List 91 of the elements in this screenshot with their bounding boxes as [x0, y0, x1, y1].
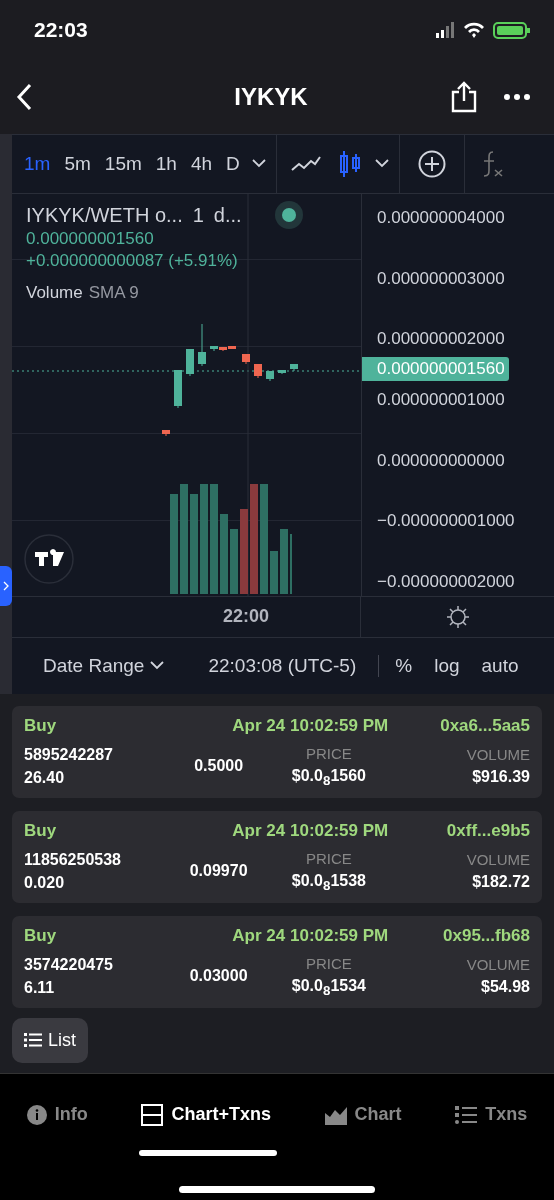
battery-icon	[493, 22, 530, 40]
plus-circle-icon	[417, 149, 446, 178]
candle	[254, 363, 262, 379]
bottom-tab[interactable]: Chart	[320, 1099, 406, 1130]
price-axis-label: 0.000000001000	[376, 388, 506, 411]
token-amount: 3574220475	[24, 955, 113, 974]
trade-value: 0.03000	[189, 967, 248, 986]
trade-price: $0.0$_{8}$1560	[291, 766, 366, 788]
trade-price: $0.0$_{8}$1534	[291, 976, 366, 998]
share-icon	[450, 81, 478, 113]
wallet-address: 0xff...e9b5	[446, 821, 530, 842]
bottom-tab[interactable]: Chart+Txns	[137, 1099, 275, 1130]
trade-price: $0.0$_{8}$1538	[291, 871, 366, 893]
caret-icon	[150, 661, 165, 671]
interval-tab[interactable]: 1m	[18, 148, 57, 179]
volume-bar	[270, 550, 278, 594]
candle	[242, 353, 250, 365]
interval-tab[interactable]: 5m	[58, 148, 97, 179]
split-layout-icon	[141, 1103, 164, 1126]
candle	[198, 323, 206, 367]
candles-icon	[338, 149, 361, 178]
price-change: +0.000000000087 (+5.91%)	[26, 250, 239, 271]
trade-type: Buy	[24, 716, 57, 737]
price-axis-label: −0.000000002000	[376, 570, 516, 593]
trade-value: 0.09970	[189, 862, 248, 881]
volume-bar	[280, 528, 288, 594]
volume-bar	[230, 528, 238, 594]
eth-amount: 0.020	[24, 873, 65, 892]
trade-volume: $182.72	[472, 873, 530, 892]
info-icon	[26, 1104, 47, 1125]
trade-volume: $54.98	[481, 978, 530, 997]
volume-label: VOLUME	[466, 746, 530, 764]
status-time: 22:03	[34, 18, 88, 43]
more-icon	[504, 94, 530, 100]
back-icon	[16, 83, 32, 111]
symbol-label: IYKYK/WETH o...	[26, 203, 183, 227]
trade-date: Apr 24 10:02:59 PM	[232, 926, 389, 947]
price-axis-label: 0.000000002000	[376, 328, 506, 351]
token-amount: 5895242287	[24, 745, 113, 764]
price-axis-label: −0.000000001000	[376, 510, 516, 533]
source-label: d...	[213, 203, 242, 227]
token-amount: 11856250538	[24, 850, 121, 869]
scale-option[interactable]: log	[428, 654, 466, 677]
indicator-label: Volume	[26, 282, 83, 303]
price-label: PRICE	[305, 954, 352, 972]
scale-option[interactable]: %	[389, 654, 419, 677]
trade-type: Buy	[24, 926, 57, 947]
list-icon	[24, 1032, 42, 1049]
list-button[interactable]: List	[12, 1017, 88, 1063]
scale-option[interactable]: auto	[475, 654, 525, 677]
volume-label: VOLUME	[466, 956, 530, 974]
wifi-icon	[464, 22, 484, 39]
wallet-address: 0x95...fb68	[443, 926, 530, 947]
wallet-address: 0xa6...5aa5	[440, 716, 530, 737]
signal-icon	[436, 22, 454, 39]
price-axis-label: 0.000000003000	[376, 267, 506, 290]
price-label: PRICE	[305, 849, 352, 867]
interval-tab[interactable]: 1h	[149, 148, 183, 179]
price-label: PRICE	[305, 744, 352, 762]
bottom-tab[interactable]: Info	[22, 1099, 92, 1130]
list-icon	[455, 1104, 478, 1125]
bottom-tab[interactable]: Txns	[451, 1099, 532, 1130]
interval-tab[interactable]: 15m	[98, 148, 148, 179]
side-panel-tab[interactable]	[0, 565, 12, 606]
caret-icon	[374, 159, 389, 169]
price-axis-label: 0.000000004000	[376, 206, 506, 229]
date-range-button[interactable]: Date Range	[37, 653, 171, 678]
candle	[186, 348, 194, 377]
trade-date: Apr 24 10:02:59 PM	[232, 821, 389, 842]
time-axis-label: 22:00	[222, 606, 269, 628]
settings-icon	[445, 604, 470, 629]
eth-amount: 26.40	[24, 768, 65, 787]
clock-label: 22:03:08 (UTC-5)	[208, 654, 380, 677]
price-value: 0.000000001560	[26, 228, 155, 249]
chevron-right-icon	[3, 580, 9, 591]
trade-value: 0.5000	[194, 757, 244, 776]
page-title: IYKYK	[233, 83, 309, 111]
trade-date: Apr 24 10:02:59 PM	[232, 716, 389, 737]
trade-type: Buy	[24, 821, 57, 842]
caret-icon	[251, 159, 266, 169]
tradingview-logo	[24, 533, 74, 584]
interval-label: 1	[192, 203, 204, 227]
eth-amount: 6.11	[24, 978, 55, 997]
trade-volume: $916.39	[472, 768, 530, 787]
price-axis-label: 0.000000000000	[376, 449, 506, 472]
interval-tab[interactable]: D	[220, 148, 246, 179]
interval-tab[interactable]: 4h	[184, 148, 219, 179]
candle	[162, 429, 170, 437]
current-price-tag: 0.000000001560	[362, 356, 509, 381]
volume-label: VOLUME	[466, 851, 530, 869]
indicator-params: SMA 9	[88, 282, 139, 303]
